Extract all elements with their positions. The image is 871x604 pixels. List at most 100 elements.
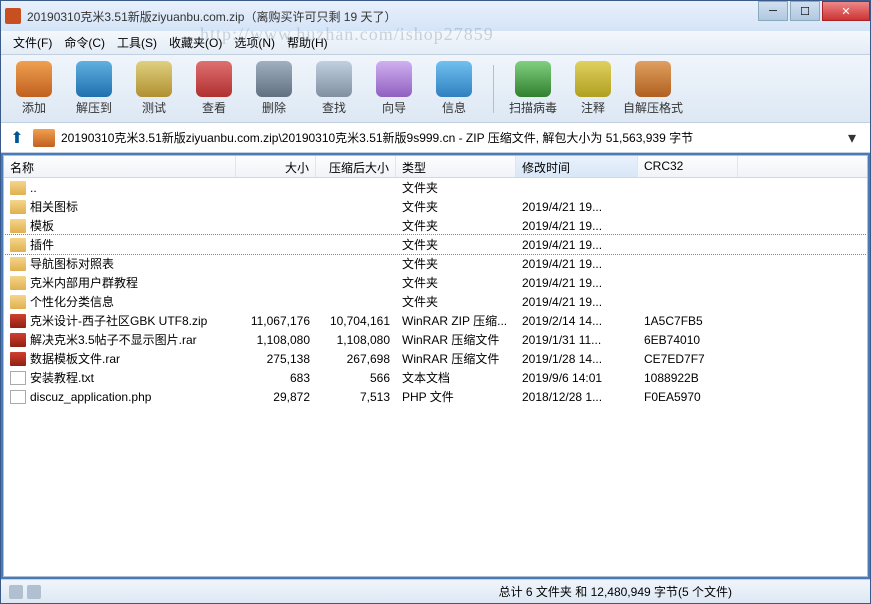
file-size: 275,138 [236, 351, 316, 367]
file-size [236, 282, 316, 284]
view-icon [196, 61, 232, 97]
col-size[interactable]: 大小 [236, 156, 316, 177]
file-packed [316, 225, 396, 227]
col-name[interactable]: 名称 [4, 156, 236, 177]
file-rar-icon [10, 333, 26, 347]
sfx-button[interactable]: 自解压格式 [630, 61, 676, 116]
status-lock-icon[interactable] [9, 585, 23, 599]
file-packed [316, 187, 396, 189]
col-date[interactable]: 修改时间 [516, 156, 638, 177]
file-size: 29,872 [236, 389, 316, 405]
list-body[interactable]: ..文件夹相关图标文件夹2019/4/21 19...模板文件夹2019/4/2… [4, 178, 867, 576]
col-packed[interactable]: 压缩后大小 [316, 156, 396, 177]
minimize-button[interactable]: ─ [758, 1, 788, 21]
file-crc [638, 244, 738, 246]
archive-icon [33, 129, 55, 147]
status-key-icon[interactable] [27, 585, 41, 599]
info-icon [436, 61, 472, 97]
wizard-button[interactable]: 向导 [371, 61, 417, 116]
add-button[interactable]: 添加 [11, 61, 57, 116]
window-title: 20190310克米3.51新版ziyuanbu.com.zip（离购买许可只剩… [27, 8, 866, 25]
file-size [236, 206, 316, 208]
delete-icon [256, 61, 292, 97]
file-packed [316, 301, 396, 303]
file-type: 文本文档 [396, 368, 516, 387]
title-bar[interactable]: 20190310克米3.51新版ziyuanbu.com.zip（离购买许可只剩… [1, 1, 870, 31]
virus-button[interactable]: 扫描病毒 [510, 61, 556, 116]
file-crc [638, 263, 738, 265]
table-row[interactable]: 模板文件夹2019/4/21 19... [4, 216, 867, 235]
virus-icon [515, 61, 551, 97]
menu-command[interactable]: 命令(C) [58, 32, 111, 53]
table-row[interactable]: 相关图标 文件夹2019/4/21 19... [4, 197, 867, 216]
file-name: 安装教程.txt [30, 369, 94, 386]
file-packed [316, 263, 396, 265]
file-name: 相关图标 [30, 198, 78, 215]
file-php-icon [10, 390, 26, 404]
status-bar: 总计 6 文件夹 和 12,480,949 字节(5 个文件) [1, 579, 870, 603]
comment-button[interactable]: 注释 [570, 61, 616, 116]
menu-favorites[interactable]: 收藏夹(O) [163, 32, 228, 53]
file-name: 克米内部用户群教程 [30, 274, 138, 291]
info-button[interactable]: 信息 [431, 61, 477, 116]
file-type: 文件夹 [396, 197, 516, 216]
extract-button[interactable]: 解压到 [71, 61, 117, 116]
file-type: 文件夹 [396, 178, 516, 197]
test-button[interactable]: 测试 [131, 61, 177, 116]
find-button[interactable]: 查找 [311, 61, 357, 116]
up-button[interactable]: ⬆ [7, 128, 27, 148]
table-row[interactable]: 导航图标对照表文件夹2019/4/21 19... [4, 254, 867, 273]
table-row[interactable]: 插件文件夹2019/4/21 19... [4, 235, 867, 254]
file-name: .. [30, 181, 37, 195]
view-button[interactable]: 查看 [191, 61, 237, 116]
file-packed: 267,698 [316, 351, 396, 367]
sfx-icon [635, 61, 671, 97]
maximize-button[interactable]: ☐ [790, 1, 820, 21]
file-size [236, 244, 316, 246]
file-packed: 10,704,161 [316, 313, 396, 329]
table-row[interactable]: 数据模板文件.rar275,138267,698WinRAR 压缩文件2019/… [4, 349, 867, 368]
menu-options[interactable]: 选项(N) [228, 32, 281, 53]
menu-file[interactable]: 文件(F) [7, 32, 58, 53]
main-window: 20190310克米3.51新版ziyuanbu.com.zip（离购买许可只剩… [0, 0, 871, 604]
file-name: discuz_application.php [30, 390, 151, 404]
file-packed: 1,108,080 [316, 332, 396, 348]
table-row[interactable]: discuz_application.php29,8727,513PHP 文件2… [4, 387, 867, 406]
file-packed [316, 206, 396, 208]
file-crc: 1A5C7FB5 [638, 313, 738, 329]
menu-bar: 文件(F) 命令(C) 工具(S) 收藏夹(O) 选项(N) 帮助(H) [1, 31, 870, 55]
file-name: 个性化分类信息 [30, 293, 114, 310]
file-date: 2019/2/14 14... [516, 313, 638, 329]
file-crc [638, 225, 738, 227]
table-row[interactable]: .. 文件夹 [4, 178, 867, 197]
close-button[interactable]: ✕ [822, 1, 870, 21]
file-date: 2019/4/21 19... [516, 199, 638, 215]
file-date: 2018/12/28 1... [516, 389, 638, 405]
file-folder-icon [10, 295, 26, 309]
file-name: 克米设计-西子社区GBK UTF8.zip [30, 312, 207, 329]
table-row[interactable]: 解决克米3.5帖子不显示图片.rar1,108,0801,108,080WinR… [4, 330, 867, 349]
comment-icon [575, 61, 611, 97]
file-name: 数据模板文件.rar [30, 350, 120, 367]
extract-icon [76, 61, 112, 97]
delete-button[interactable]: 删除 [251, 61, 297, 116]
menu-tools[interactable]: 工具(S) [111, 32, 163, 53]
file-date: 2019/4/21 19... [516, 294, 638, 310]
table-row[interactable]: 克米内部用户群教程文件夹2019/4/21 19... [4, 273, 867, 292]
col-crc[interactable]: CRC32 [638, 156, 738, 177]
table-row[interactable]: 克米设计-西子社区GBK UTF8.zip11,067,17610,704,16… [4, 311, 867, 330]
file-date: 2019/4/21 19... [516, 256, 638, 272]
file-crc: F0EA5970 [638, 389, 738, 405]
file-txt-icon [10, 371, 26, 385]
file-type: WinRAR 压缩文件 [396, 349, 516, 368]
file-size [236, 225, 316, 227]
path-text[interactable]: 20190310克米3.51新版ziyuanbu.com.zip\2019031… [61, 129, 842, 146]
status-text: 总计 6 文件夹 和 12,480,949 字节(5 个文件) [499, 583, 732, 600]
path-dropdown[interactable]: ▾ [848, 128, 864, 148]
file-date: 2019/4/21 19... [516, 237, 638, 253]
file-folder-icon [10, 276, 26, 290]
table-row[interactable]: 安装教程.txt683566文本文档2019/9/6 14:011088922B [4, 368, 867, 387]
menu-help[interactable]: 帮助(H) [281, 32, 334, 53]
table-row[interactable]: 个性化分类信息文件夹2019/4/21 19... [4, 292, 867, 311]
col-type[interactable]: 类型 [396, 156, 516, 177]
